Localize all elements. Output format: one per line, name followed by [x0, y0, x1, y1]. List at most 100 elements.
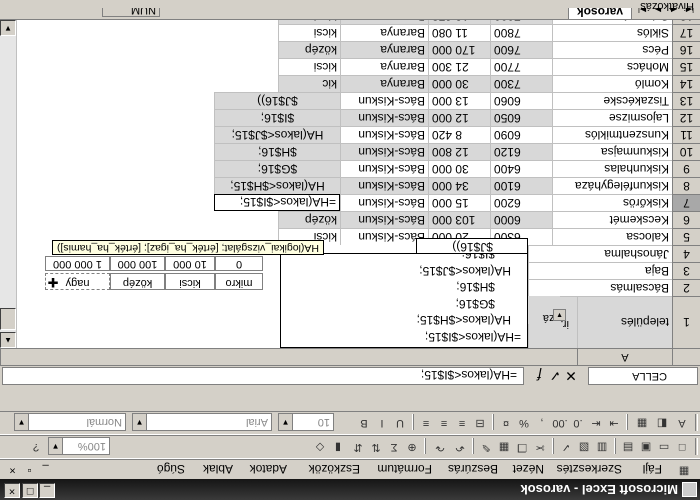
menu-window[interactable]: Ablak: [203, 462, 233, 476]
chevron-down-icon[interactable]: ▼: [15, 414, 29, 430]
cell-category[interactable]: $J$16)): [214, 92, 340, 109]
row-header-8[interactable]: 8: [672, 177, 700, 194]
permission-icon[interactable]: ▤: [620, 439, 636, 454]
cell-name[interactable]: Komló: [552, 75, 672, 92]
cell-category[interactable]: kicsi: [278, 24, 340, 41]
scroll-up-icon[interactable]: ▲: [0, 332, 16, 348]
cell-county[interactable]: Bács-Kiskun: [340, 177, 428, 194]
cell-county[interactable]: Bács-Kiskun: [340, 228, 428, 245]
cell-name[interactable]: Kiskunmajsa: [552, 143, 672, 160]
cell-category[interactable]: kicsi: [278, 20, 340, 24]
cell-county[interactable]: Bács-Kiskun: [340, 143, 428, 160]
cell-name[interactable]: Kalocsa: [552, 228, 672, 245]
cell-category[interactable]: $H$16;: [214, 143, 340, 160]
new-icon[interactable]: □: [674, 439, 690, 454]
font-size-combo[interactable]: 10 ▼: [278, 413, 334, 431]
lookup-threshold-4[interactable]: 1 000 000: [45, 256, 110, 271]
redo-icon[interactable]: ↷: [432, 439, 448, 454]
fill-color-icon[interactable]: ◧: [654, 415, 670, 430]
cell-name[interactable]: Lajosmizse: [552, 109, 672, 126]
undo-icon[interactable]: ↶: [452, 439, 468, 454]
cell-county[interactable]: Bács-Kiskun: [340, 211, 428, 228]
font-color-icon[interactable]: A: [674, 415, 690, 430]
lookup-label-1[interactable]: mikro: [215, 273, 263, 290]
cell-population[interactable]: 12 000: [428, 109, 490, 126]
cell-population[interactable]: 11 080: [428, 24, 490, 41]
comma-style-icon[interactable]: ,: [534, 415, 550, 430]
row-header-17[interactable]: 17: [672, 24, 700, 41]
format-painter-icon[interactable]: ✎: [478, 439, 494, 454]
cell-zip[interactable]: 6120: [490, 143, 552, 160]
doc-minimize-button[interactable]: _: [39, 463, 52, 476]
merge-center-icon[interactable]: ⊟: [472, 415, 488, 430]
row-header-11[interactable]: 11: [672, 126, 700, 143]
menu-insert[interactable]: Beszúrás: [448, 462, 498, 476]
cell-category[interactable]: HA(lakos<$H$15;: [214, 177, 340, 194]
cell-a1[interactable]: település: [577, 296, 672, 348]
help-icon[interactable]: ?: [28, 439, 44, 454]
sort-descending-icon[interactable]: ⇵: [350, 439, 366, 454]
align-left-icon[interactable]: ≡: [418, 415, 434, 430]
cell-zip[interactable]: 6200: [490, 194, 552, 211]
cell-category[interactable]: =HA(lakos<$I$15;: [214, 194, 340, 211]
cell-name[interactable]: Kiskunfélegyháza: [552, 177, 672, 194]
menu-tools[interactable]: Eszközök: [309, 462, 360, 476]
open-icon[interactable]: ▭: [656, 439, 672, 454]
print-icon[interactable]: ▥: [594, 439, 610, 454]
row-header-3[interactable]: 3: [672, 262, 700, 279]
hyperlink-icon[interactable]: ⊕: [404, 439, 420, 454]
cell-category[interactable]: $I$16;: [214, 109, 340, 126]
row-header-16[interactable]: 16: [672, 41, 700, 58]
cell-name[interactable]: Siklós: [552, 24, 672, 41]
row-header-10[interactable]: 10: [672, 143, 700, 160]
cell-name[interactable]: Pécs: [552, 41, 672, 58]
cell-name[interactable]: Kecskemét: [552, 211, 672, 228]
cell-county[interactable]: Baranya: [340, 24, 428, 41]
autosum-icon[interactable]: Σ: [386, 439, 402, 454]
bold-icon[interactable]: B: [356, 415, 372, 430]
cell-zip[interactable]: 6400: [490, 160, 552, 177]
cell-a4[interactable]: Jánoshalma: [528, 245, 672, 262]
sort-ascending-icon[interactable]: ⇅: [368, 439, 384, 454]
minimize-button[interactable]: _: [39, 483, 55, 498]
row-header-5[interactable]: 5: [672, 228, 700, 245]
lookup-threshold-2[interactable]: 10 000: [165, 256, 215, 271]
cell-population[interactable]: 8 420: [428, 126, 490, 143]
cell-population[interactable]: 170 000: [428, 41, 490, 58]
cell-zip[interactable]: 7700: [490, 58, 552, 75]
cell-population[interactable]: 34 000: [428, 177, 490, 194]
close-button[interactable]: ×: [4, 483, 20, 498]
cell-population[interactable]: 15 000: [428, 194, 490, 211]
italic-icon[interactable]: I: [374, 415, 390, 430]
enter-icon[interactable]: ✓: [548, 368, 562, 384]
cell-name[interactable]: Kiskőrös: [552, 194, 672, 211]
cut-icon[interactable]: ✂: [532, 439, 548, 454]
cell-county[interactable]: Baranya: [340, 75, 428, 92]
copy-icon[interactable]: ❐: [514, 439, 530, 454]
excel-app-icon[interactable]: [682, 482, 697, 497]
select-all-corner[interactable]: [672, 348, 700, 365]
cell-zip[interactable]: 6050: [490, 109, 552, 126]
doc-restore-button[interactable]: ▫: [23, 463, 36, 476]
cell-county[interactable]: Bács-Kiskun: [340, 194, 428, 211]
doc-close-button[interactable]: ×: [6, 463, 19, 476]
cell-zip[interactable]: 6090: [490, 126, 552, 143]
formula-input[interactable]: =HA(lakos<$I$15;: [2, 367, 524, 385]
increase-indent-icon[interactable]: ⇥: [606, 415, 622, 430]
autofilter-button[interactable]: ▼: [553, 309, 566, 321]
row-header-18[interactable]: 18: [672, 20, 700, 24]
row-header-13[interactable]: 13: [672, 92, 700, 109]
save-icon[interactable]: ▣: [638, 439, 654, 454]
menu-file[interactable]: Fájl: [643, 462, 662, 476]
chart-wizard-icon[interactable]: ▮: [330, 439, 346, 454]
align-center-icon[interactable]: ≡: [436, 415, 452, 430]
name-box[interactable]: CELLA: [588, 367, 698, 385]
spelling-icon[interactable]: ✓: [558, 439, 574, 454]
currency-icon[interactable]: ¤: [498, 415, 514, 430]
cell-county[interactable]: Baranya: [340, 41, 428, 58]
underline-icon[interactable]: U: [392, 415, 408, 430]
style-combo[interactable]: Normál ▼: [14, 413, 126, 431]
cell-zip[interactable]: 6100: [490, 177, 552, 194]
cell-category[interactable]: közép: [278, 41, 340, 58]
cell-name[interactable]: Szigetvár: [552, 20, 672, 24]
